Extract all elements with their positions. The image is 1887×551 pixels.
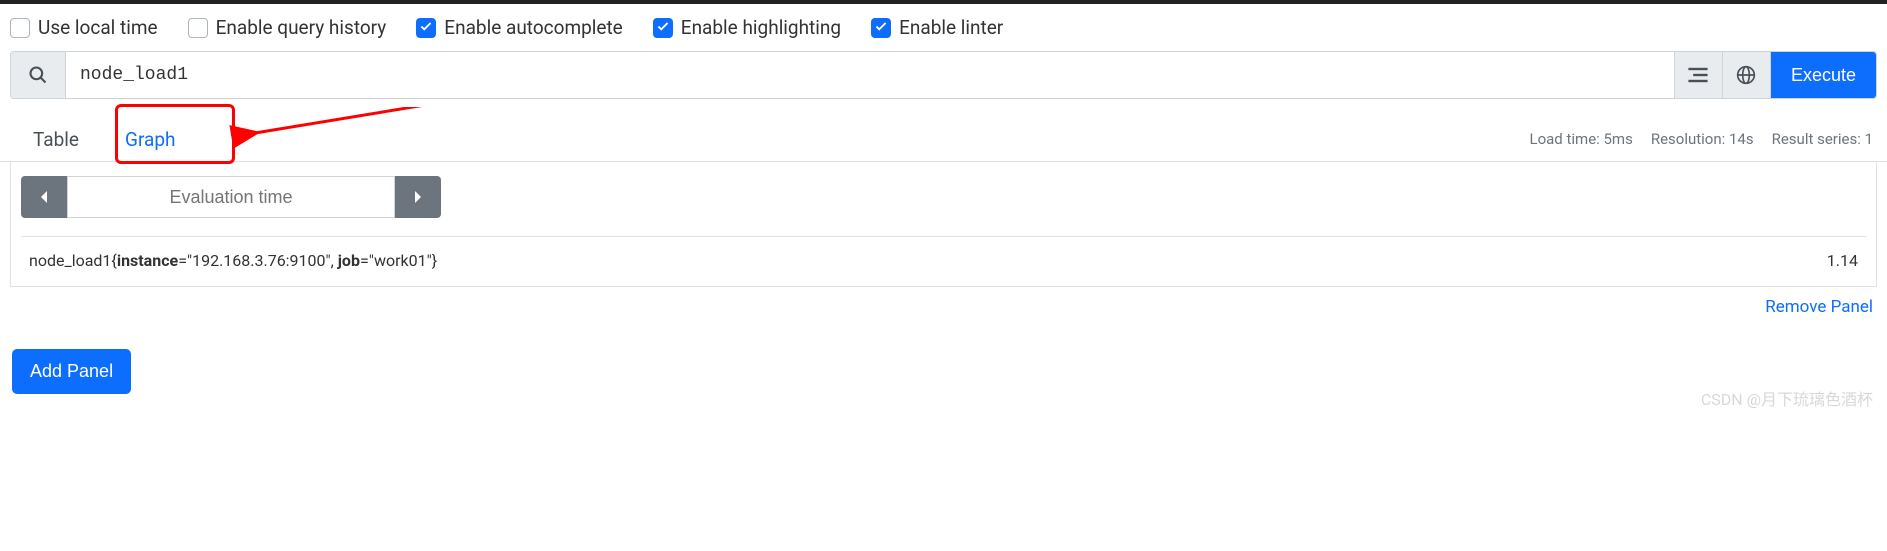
checkbox-enable-highlighting[interactable]: Enable highlighting xyxy=(653,16,841,39)
resolution-text: Resolution: 14s xyxy=(1651,130,1754,148)
format-button[interactable] xyxy=(1674,52,1722,98)
eval-time-bar xyxy=(21,176,441,218)
remove-panel-row: Remove Panel xyxy=(0,287,1887,327)
eval-time-input[interactable] xyxy=(67,176,395,218)
query-input[interactable] xyxy=(66,52,1674,98)
checkbox-icon xyxy=(416,18,436,38)
checkbox-use-local-time[interactable]: Use local time xyxy=(10,16,158,39)
execute-button[interactable]: Execute xyxy=(1770,52,1876,98)
panel-body: node_load1{instance="192.168.3.76:9100",… xyxy=(10,162,1877,287)
result-row: node_load1{instance="192.168.3.76:9100",… xyxy=(21,236,1866,272)
checkbox-label: Enable autocomplete xyxy=(444,16,622,39)
next-time-button[interactable] xyxy=(395,176,441,218)
search-icon xyxy=(11,52,66,98)
remove-panel-link[interactable]: Remove Panel xyxy=(1765,297,1873,317)
checkbox-icon xyxy=(871,18,891,38)
checkbox-enable-history[interactable]: Enable query history xyxy=(188,16,387,39)
tabs-row: Table Graph Load time: 5ms Resolution: 1… xyxy=(0,107,1887,162)
tab-table[interactable]: Table xyxy=(10,117,102,161)
checkbox-enable-linter[interactable]: Enable linter xyxy=(871,16,1003,39)
checkbox-enable-autocomplete[interactable]: Enable autocomplete xyxy=(416,16,622,39)
prev-time-button[interactable] xyxy=(21,176,67,218)
load-time-text: Load time: 5ms xyxy=(1530,130,1633,148)
checkbox-label: Enable linter xyxy=(899,16,1003,39)
tab-graph[interactable]: Graph xyxy=(102,117,198,161)
checkbox-icon xyxy=(653,18,673,38)
add-panel-button[interactable]: Add Panel xyxy=(12,349,131,394)
status-info: Load time: 5ms Resolution: 14s Result se… xyxy=(1530,130,1877,148)
globe-button[interactable] xyxy=(1722,52,1770,98)
checkbox-label: Use local time xyxy=(38,16,158,39)
options-row: Use local time Enable query history Enab… xyxy=(0,4,1887,51)
checkbox-label: Enable query history xyxy=(216,16,387,39)
checkbox-label: Enable highlighting xyxy=(681,16,841,39)
result-series-text: Result series: 1 xyxy=(1772,130,1873,148)
result-metric-label: node_load1{instance="192.168.3.76:9100",… xyxy=(29,251,437,270)
result-value: 1.14 xyxy=(1827,251,1858,270)
checkbox-icon xyxy=(10,18,30,38)
watermark-text: CSDN @月下琉璃色酒杯 xyxy=(1701,386,1873,410)
query-bar: Execute xyxy=(10,51,1877,99)
checkbox-icon xyxy=(188,18,208,38)
